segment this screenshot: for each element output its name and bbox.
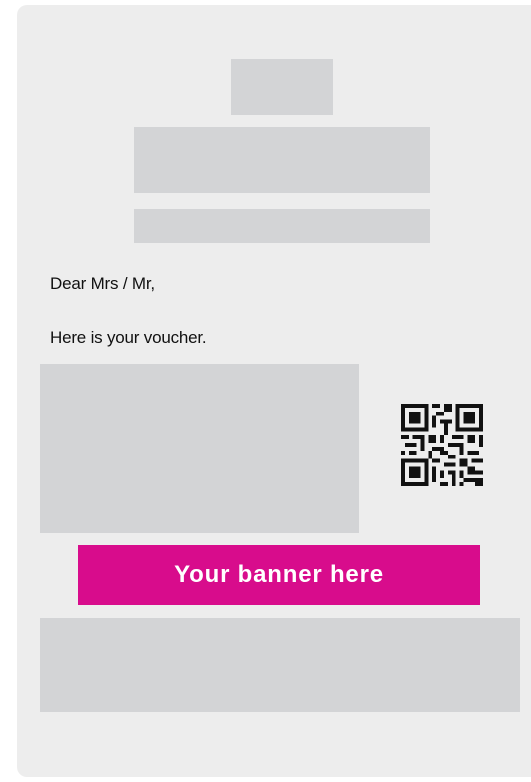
- footer-placeholder: [40, 618, 520, 712]
- title-placeholder: [134, 127, 430, 193]
- image-placeholder: [40, 364, 359, 533]
- banner[interactable]: Your banner here: [78, 545, 480, 605]
- subtitle-placeholder: [134, 209, 430, 243]
- voucher-card: Dear Mrs / Mr, Here is your voucher. You…: [17, 5, 531, 777]
- logo-placeholder: [231, 59, 333, 115]
- message-text: Here is your voucher.: [50, 328, 207, 347]
- qr-code-icon: [401, 404, 483, 486]
- greeting-text: Dear Mrs / Mr,: [50, 274, 155, 293]
- banner-text: Your banner here: [174, 561, 384, 588]
